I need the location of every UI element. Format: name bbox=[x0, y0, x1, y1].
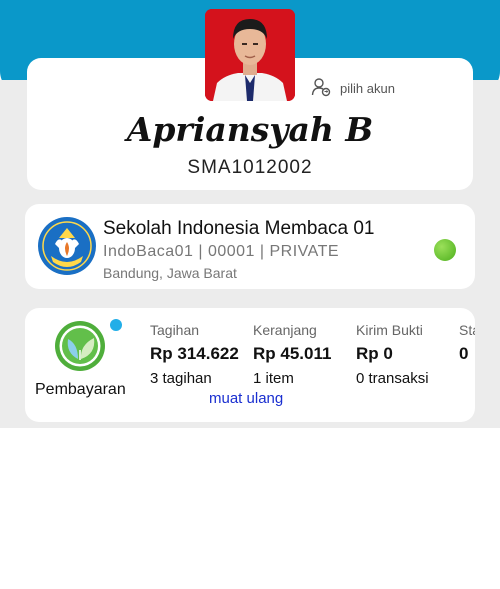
school-name: Sekolah Indonesia Membaca 01 bbox=[103, 218, 375, 239]
status-count bbox=[459, 370, 475, 388]
send-proof-column[interactable]: Kirim Bukti Rp 0 0 transaksi bbox=[356, 321, 429, 388]
status-label: Sta bbox=[459, 322, 475, 338]
school-logo bbox=[37, 216, 97, 276]
student-code: SMA1012002 bbox=[187, 157, 313, 178]
status-amount: 0 bbox=[459, 344, 469, 363]
reload-link[interactable]: muat ulang bbox=[209, 390, 283, 407]
notification-dot bbox=[110, 319, 122, 331]
leaf-icon[interactable] bbox=[54, 320, 106, 372]
school-location: Bandung, Jawa Barat bbox=[103, 265, 237, 281]
cart-amount: Rp 45.011 bbox=[253, 344, 332, 363]
bills-column[interactable]: Tagihan Rp 314.622 3 tagihan bbox=[150, 321, 239, 388]
send-proof-count: 0 transaksi bbox=[356, 370, 429, 387]
user-switch-icon bbox=[311, 77, 331, 100]
cart-count: 1 item bbox=[253, 370, 294, 387]
cart-column[interactable]: Keranjang Rp 45.011 1 item bbox=[253, 321, 331, 388]
switch-account-button[interactable]: pilih akun bbox=[311, 77, 395, 100]
payment-summary-columns: Tagihan Rp 314.622 3 tagihan Keranjang R… bbox=[150, 321, 475, 391]
bills-count: 3 tagihan bbox=[150, 370, 212, 387]
bills-amount: Rp 314.622 bbox=[150, 344, 239, 363]
student-name: Apriansyah B bbox=[126, 110, 374, 149]
status-column[interactable]: Sta 0 bbox=[459, 321, 475, 388]
payment-label: Pembayaran bbox=[35, 381, 126, 398]
send-proof-label: Kirim Bukti bbox=[356, 322, 423, 338]
switch-account-label: pilih akun bbox=[340, 81, 395, 96]
profile-photo[interactable] bbox=[205, 9, 295, 101]
status-indicator bbox=[434, 239, 456, 261]
cart-label: Keranjang bbox=[253, 322, 317, 338]
school-meta: IndoBaca01 | 00001 | PRIVATE bbox=[103, 243, 340, 260]
bills-label: Tagihan bbox=[150, 322, 200, 338]
send-proof-amount: Rp 0 bbox=[356, 344, 393, 363]
